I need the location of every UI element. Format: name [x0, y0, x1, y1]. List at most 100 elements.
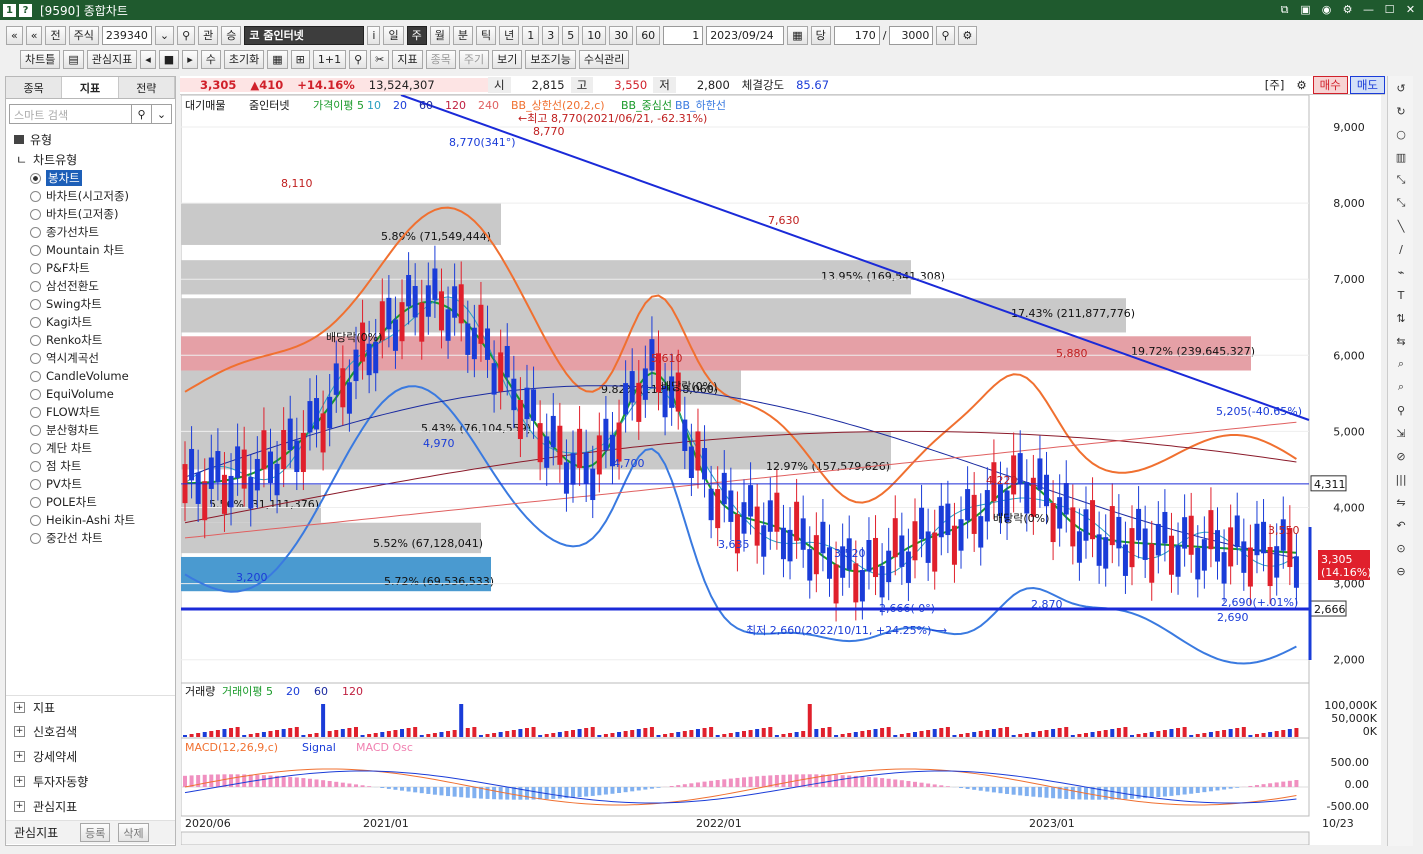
pin-icon[interactable]: ⚲ — [349, 49, 368, 69]
period-week[interactable]: 주 — [406, 25, 427, 45]
min-30[interactable]: 30 — [609, 25, 634, 45]
chart-type-item[interactable]: POLE차트 — [6, 493, 175, 511]
draw-tool-icon[interactable]: ↶ — [1390, 514, 1412, 536]
link-icon[interactable]: ⧉ — [1276, 2, 1293, 17]
draw-tool-icon[interactable]: ▥ — [1390, 146, 1412, 168]
stock-button[interactable]: 종목 — [425, 49, 456, 69]
reset-button[interactable]: 초기화 — [223, 49, 265, 69]
stop-icon[interactable]: ■ — [158, 49, 180, 69]
tree-investor[interactable]: + 투자자동향 — [6, 769, 175, 793]
draw-tool-icon[interactable]: ⤡ — [1390, 192, 1412, 214]
chart-type-item[interactable]: Kagi차트 — [6, 313, 175, 331]
save-icon[interactable]: ▤ — [63, 49, 84, 69]
draw-tool-icon[interactable]: ⇋ — [1390, 491, 1412, 513]
help-icon[interactable]: ? — [19, 3, 32, 17]
chart-type-item[interactable]: 삼선전환도 — [6, 277, 175, 295]
stock-code-input[interactable]: 239340 — [101, 25, 152, 45]
delete-button[interactable]: 삭제 — [118, 823, 149, 842]
chart-type-item[interactable]: 중간선 차트 — [6, 529, 175, 547]
seung-button[interactable]: 승 — [221, 25, 242, 45]
chart-type-item[interactable]: 점 차트 — [6, 457, 175, 475]
search-icon[interactable]: ⚲ — [177, 25, 196, 45]
chart-type-item[interactable]: Swing차트 — [6, 295, 175, 313]
grid-icon[interactable]: ▦ — [267, 49, 288, 69]
formula-button[interactable]: 수식관리 — [578, 49, 630, 69]
nav-up-button[interactable]: « — [25, 25, 43, 45]
min-5[interactable]: 5 — [562, 25, 580, 45]
draw-tool-icon[interactable]: ⌕ — [1390, 353, 1412, 375]
market-select[interactable]: 주식 — [68, 25, 99, 45]
draw-tool-icon[interactable]: ⚲ — [1390, 399, 1412, 421]
tree-indicators[interactable]: + 지표 — [6, 695, 175, 719]
gear-icon[interactable]: ⚙ — [1290, 78, 1312, 92]
period-button[interactable]: 주기 — [458, 49, 490, 69]
chart-type-item[interactable]: EquiVolume — [6, 385, 175, 403]
search-icon[interactable]: ⚲ — [132, 104, 152, 124]
prev-button[interactable]: 전 — [45, 25, 66, 45]
chart-type-item[interactable]: P&F차트 — [6, 259, 175, 277]
min-1[interactable]: 1 — [522, 25, 540, 45]
draw-tool-icon[interactable]: ⊖ — [1390, 560, 1412, 582]
view-button[interactable]: 보기 — [492, 49, 523, 69]
one-plus-one-icon[interactable]: 1+1 — [312, 49, 347, 69]
draw-tool-icon[interactable]: ↺ — [1390, 77, 1412, 99]
chart-type-item[interactable]: CandleVolume — [6, 367, 175, 385]
chart-type-item[interactable]: Mountain 차트 — [6, 241, 175, 259]
zoom-icon[interactable]: ⚲ — [936, 25, 955, 45]
tree-watch[interactable]: + 관심지표 — [6, 794, 175, 818]
tab-indicators[interactable]: 지표 — [62, 77, 119, 98]
dang-button[interactable]: 당 — [810, 25, 831, 45]
scissors-icon[interactable]: ✂ — [370, 49, 390, 69]
draw-tool-icon[interactable]: T — [1390, 284, 1412, 306]
chart-type-item[interactable]: Heikin-Ashi 차트 — [6, 511, 175, 529]
collapse-icon[interactable]: ⌄ — [152, 104, 172, 124]
chart-area[interactable]: 5.89% (71,549,444) 13.95% (169,541,308) 17… — [180, 94, 1381, 846]
su-button[interactable]: 수 — [200, 49, 221, 69]
total-input[interactable]: 3000 — [889, 25, 934, 45]
draw-tool-icon[interactable]: ⌕ — [1390, 376, 1412, 398]
chart-type-item[interactable]: Renko차트 — [6, 331, 175, 349]
sell-button[interactable]: 매도 — [1349, 76, 1385, 94]
min-3[interactable]: 3 — [542, 25, 560, 45]
tab-strategy[interactable]: 전략 — [118, 77, 175, 98]
draw-tool-icon[interactable]: ○ — [1390, 123, 1412, 145]
close-icon[interactable]: ✕ — [1402, 2, 1419, 17]
tree-strength[interactable]: + 강세약세 — [6, 744, 175, 768]
nav-first-button[interactable]: « — [6, 25, 23, 45]
chart-type-item[interactable]: 바차트(고저종) — [6, 205, 175, 223]
subsection-chart-type[interactable]: ㄴ 차트유형 — [6, 149, 175, 169]
info-button[interactable]: i — [367, 25, 381, 45]
bars-input[interactable]: 170 — [833, 25, 880, 45]
chart-type-item[interactable]: 종가선차트 — [6, 223, 175, 241]
draw-tool-icon[interactable]: ⇲ — [1390, 422, 1412, 444]
chart-type-item[interactable]: 봉차트 — [6, 169, 175, 187]
minimize-icon[interactable]: — — [1360, 2, 1377, 17]
chart-type-item[interactable]: 분산형차트 — [6, 421, 175, 439]
draw-tool-icon[interactable]: ||| — [1390, 468, 1412, 490]
chart-type-item[interactable]: PV차트 — [6, 475, 175, 493]
draw-tool-icon[interactable]: ⊘ — [1390, 445, 1412, 467]
capture-icon[interactable]: ◉ — [1318, 2, 1335, 17]
chart-type-item[interactable]: FLOW차트 — [6, 403, 175, 421]
maximize-icon[interactable]: ☐ — [1381, 2, 1398, 17]
split-icon[interactable]: ⊞ — [290, 49, 310, 69]
tree-signal-search[interactable]: + 신호검색 — [6, 719, 175, 743]
smart-search-input[interactable]: 스마트 검색 — [9, 104, 132, 124]
period-day[interactable]: 일 — [383, 25, 404, 45]
chart-frame-button[interactable]: 차트틀 — [20, 49, 61, 69]
prev-arrow-icon[interactable]: ◂ — [140, 49, 156, 69]
chart-type-item[interactable]: 바차트(시고저종) — [6, 187, 175, 205]
period-tick[interactable]: 틱 — [475, 25, 497, 45]
draw-tool-icon[interactable]: ⤡ — [1390, 169, 1412, 191]
buy-button[interactable]: 매수 — [1312, 76, 1348, 94]
period-year[interactable]: 년 — [499, 25, 520, 45]
date-input[interactable]: 2023/09/24 — [706, 25, 785, 45]
gwan-button[interactable]: 관 — [198, 25, 219, 45]
period-minute[interactable]: 분 — [452, 25, 473, 45]
price-chart-svg[interactable]: 5.89% (71,549,444) 13.95% (169,541,308) 17… — [180, 94, 1381, 846]
settings-icon[interactable]: ⚙ — [1339, 2, 1356, 17]
next-arrow-icon[interactable]: ▸ — [182, 49, 198, 69]
section-type[interactable]: 유형 — [6, 129, 175, 149]
gear-icon[interactable]: ⚙ — [957, 25, 978, 45]
calendar-icon[interactable]: ▦ — [787, 25, 808, 45]
